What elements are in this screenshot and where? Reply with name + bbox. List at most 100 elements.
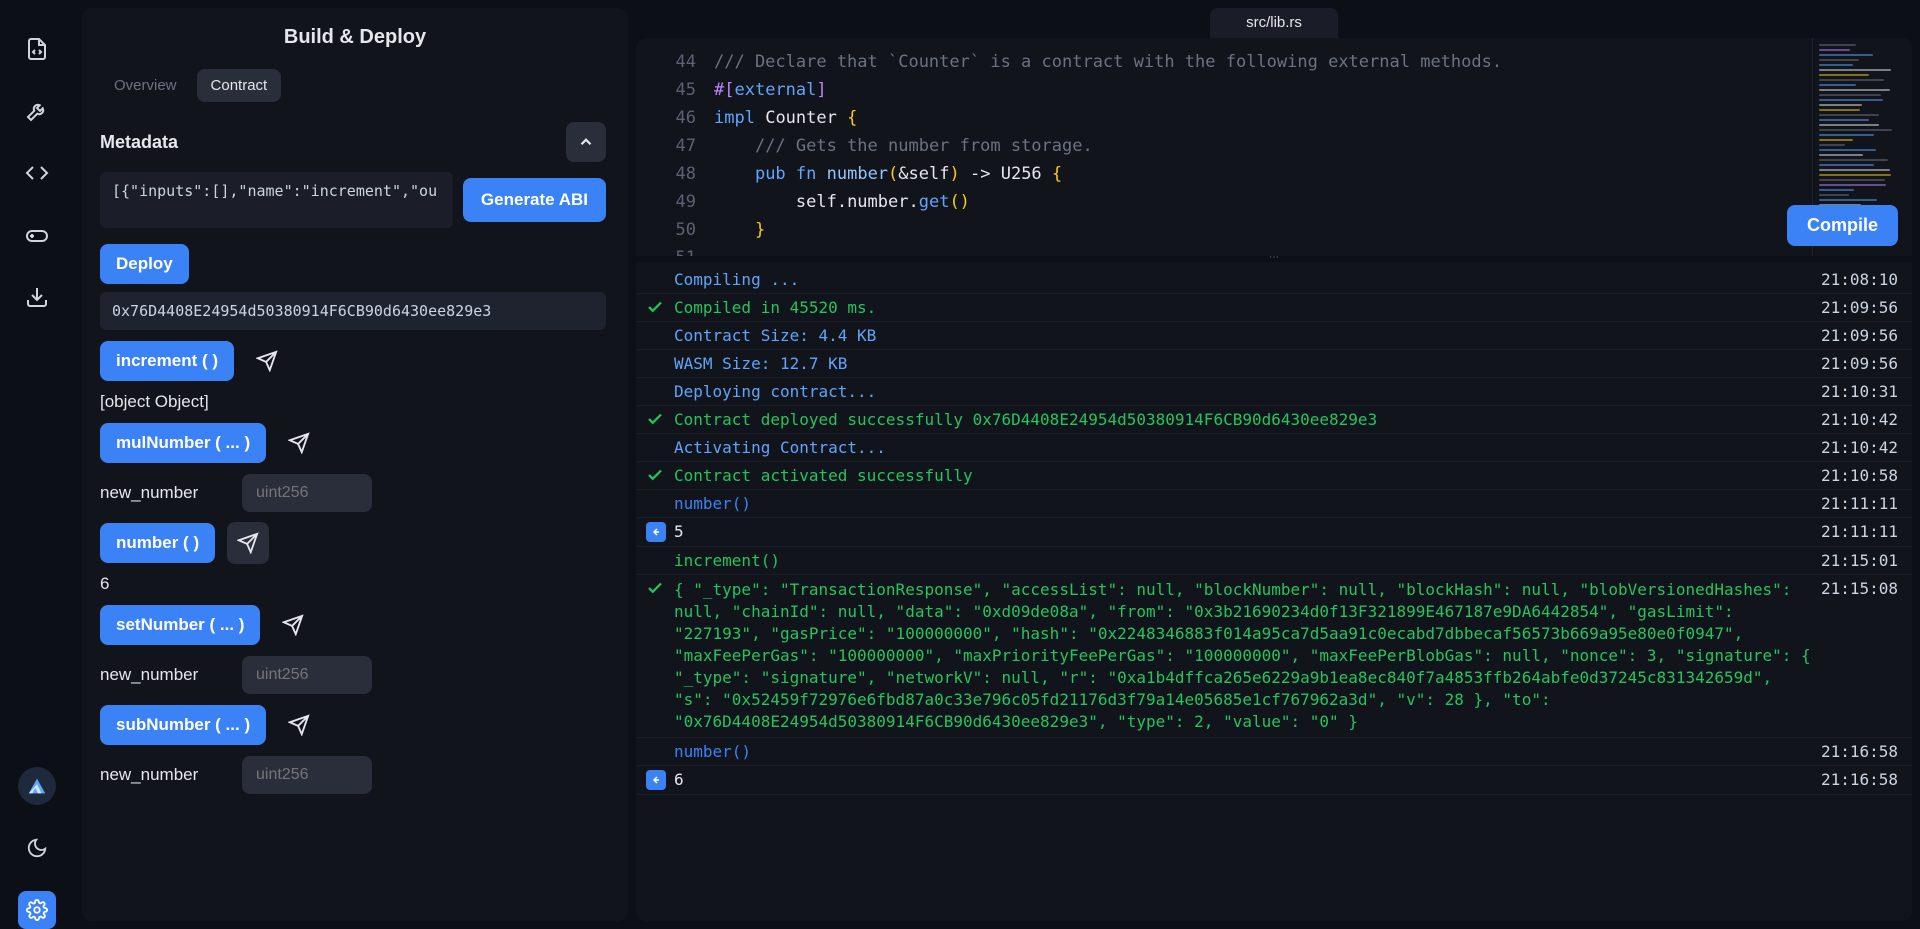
subnumber-new_number-input[interactable] <box>242 756 372 794</box>
deploy-button[interactable]: Deploy <box>100 244 189 284</box>
terminal-message: number() <box>674 494 1811 513</box>
send-increment-button[interactable] <box>246 340 288 382</box>
terminal-timestamp: 21:15:01 <box>1821 551 1898 570</box>
editor-code[interactable]: /// Declare that `Counter` is a contract… <box>714 38 1812 256</box>
send-icon <box>237 532 259 554</box>
check-icon <box>646 298 674 316</box>
terminal-message: 6 <box>674 770 1811 789</box>
terminal-row: Compiled in 45520 ms. 21:09:56 <box>636 294 1912 322</box>
send-mulnumber-button[interactable] <box>278 422 320 464</box>
send-number-button[interactable] <box>227 522 269 564</box>
terminal-message: Contract Size: 4.4 KB <box>674 326 1811 345</box>
terminal-row: Activating Contract... 21:10:42 <box>636 434 1912 462</box>
fn-increment-button[interactable]: increment ( ) <box>100 341 234 381</box>
terminal-timestamp: 21:11:11 <box>1821 522 1898 541</box>
number-result: 6 <box>100 574 606 594</box>
terminal-timestamp: 21:09:56 <box>1821 298 1898 317</box>
terminal-timestamp: 21:09:56 <box>1821 354 1898 373</box>
code-icon[interactable] <box>18 154 56 192</box>
code-editor[interactable]: 4445464748495051 /// Declare that `Count… <box>636 38 1912 256</box>
terminal-row: 6 21:16:58 <box>636 766 1912 795</box>
fn-subnumber-button[interactable]: subNumber ( ... ) <box>100 705 266 745</box>
return-icon <box>646 770 666 790</box>
terminal-row: WASM Size: 12.7 KB 21:09:56 <box>636 350 1912 378</box>
icon-rail <box>0 0 74 929</box>
fn-setnumber-button[interactable]: setNumber ( ... ) <box>100 605 260 645</box>
terminal-row: number() 21:16:58 <box>636 738 1912 766</box>
send-subnumber-button[interactable] <box>278 704 320 746</box>
terminal-timestamp: 21:10:58 <box>1821 466 1898 485</box>
terminal-message: Compiling ... <box>674 270 1811 289</box>
send-icon <box>282 614 304 636</box>
param-label: new_number <box>100 765 228 785</box>
terminal-message: Contract activated successfully <box>674 466 1811 485</box>
terminal-timestamp: 21:10:42 <box>1821 438 1898 457</box>
mulnumber-new_number-input[interactable] <box>242 474 372 512</box>
send-icon <box>288 432 310 454</box>
generate-abi-button[interactable]: Generate ABI <box>463 178 606 222</box>
gamepad-icon[interactable] <box>18 216 56 254</box>
param-label: new_number <box>100 483 228 503</box>
terminal-row: Contract activated successfully 21:10:58 <box>636 462 1912 490</box>
editor-gutter: 4445464748495051 <box>636 38 714 256</box>
terminal-timestamp: 21:08:10 <box>1821 270 1898 289</box>
terminal-row: increment() 21:15:01 <box>636 547 1912 575</box>
terminal-timestamp: 21:15:08 <box>1821 579 1898 598</box>
terminal-message: Compiled in 45520 ms. <box>674 298 1811 317</box>
increment-result: [object Object] <box>100 392 606 412</box>
terminal-message: Deploying contract... <box>674 382 1811 401</box>
check-icon <box>646 466 674 484</box>
wrench-icon[interactable] <box>18 92 56 130</box>
file-code-icon[interactable] <box>18 30 56 68</box>
send-icon <box>256 350 278 372</box>
compile-button[interactable]: Compile <box>1787 205 1898 246</box>
moon-icon[interactable] <box>18 829 56 867</box>
tab-overview[interactable]: Overview <box>100 69 191 102</box>
settings-icon[interactable] <box>18 891 56 929</box>
sidebar-title: Build & Deploy <box>100 26 610 49</box>
terminal-row: Compiling ... 21:08:10 <box>636 266 1912 294</box>
terminal-timestamp: 21:16:58 <box>1821 742 1898 761</box>
chevron-up-icon <box>577 133 595 151</box>
param-label: new_number <box>100 665 228 685</box>
fn-number-button[interactable]: number ( ) <box>100 523 215 563</box>
abi-textarea[interactable] <box>100 172 453 228</box>
terminal-message: Activating Contract... <box>674 438 1811 457</box>
setnumber-new_number-input[interactable] <box>242 656 372 694</box>
terminal-row: { "_type": "TransactionResponse", "acces… <box>636 575 1912 738</box>
editor-tab[interactable]: src/lib.rs <box>1210 8 1338 38</box>
logo-icon[interactable] <box>18 767 56 805</box>
terminal-timestamp: 21:09:56 <box>1821 326 1898 345</box>
terminal-message: { "_type": "TransactionResponse", "acces… <box>674 579 1811 733</box>
metadata-collapse-button[interactable] <box>566 122 606 162</box>
metadata-label: Metadata <box>100 132 556 153</box>
terminal-message: Contract deployed successfully 0x76D4408… <box>674 410 1811 429</box>
send-setnumber-button[interactable] <box>272 604 314 646</box>
terminal-timestamp: 21:16:58 <box>1821 770 1898 789</box>
terminal-panel[interactable]: Compiling ... 21:08:10 Compiled in 45520 m… <box>636 262 1912 921</box>
check-icon <box>646 579 674 597</box>
editor-tab-bar: src/lib.rs <box>636 8 1912 38</box>
send-icon <box>288 714 310 736</box>
terminal-row: number() 21:11:11 <box>636 490 1912 518</box>
terminal-row: Contract deployed successfully 0x76D4408… <box>636 406 1912 434</box>
return-icon <box>646 522 666 542</box>
terminal-message: 5 <box>674 522 1811 541</box>
terminal-message: number() <box>674 742 1811 761</box>
panel-divider[interactable]: ⋯ <box>636 256 1912 262</box>
main-panel: src/lib.rs 4445464748495051 /// Declare … <box>636 8 1912 921</box>
terminal-timestamp: 21:11:11 <box>1821 494 1898 513</box>
terminal-row: Deploying contract... 21:10:31 <box>636 378 1912 406</box>
download-icon[interactable] <box>18 278 56 316</box>
contract-address: 0x76D4408E24954d50380914F6CB90d6430ee829… <box>100 292 606 330</box>
terminal-timestamp: 21:10:42 <box>1821 410 1898 429</box>
fn-mulnumber-button[interactable]: mulNumber ( ... ) <box>100 423 266 463</box>
tab-contract[interactable]: Contract <box>197 69 282 102</box>
terminal-message: increment() <box>674 551 1811 570</box>
terminal-timestamp: 21:10:31 <box>1821 382 1898 401</box>
drag-handle-icon: ⋯ <box>1269 252 1279 263</box>
terminal-row: 5 21:11:11 <box>636 518 1912 547</box>
sidebar-tabs: Overview Contract <box>100 69 610 102</box>
terminal-message: WASM Size: 12.7 KB <box>674 354 1811 373</box>
terminal-row: Contract Size: 4.4 KB 21:09:56 <box>636 322 1912 350</box>
